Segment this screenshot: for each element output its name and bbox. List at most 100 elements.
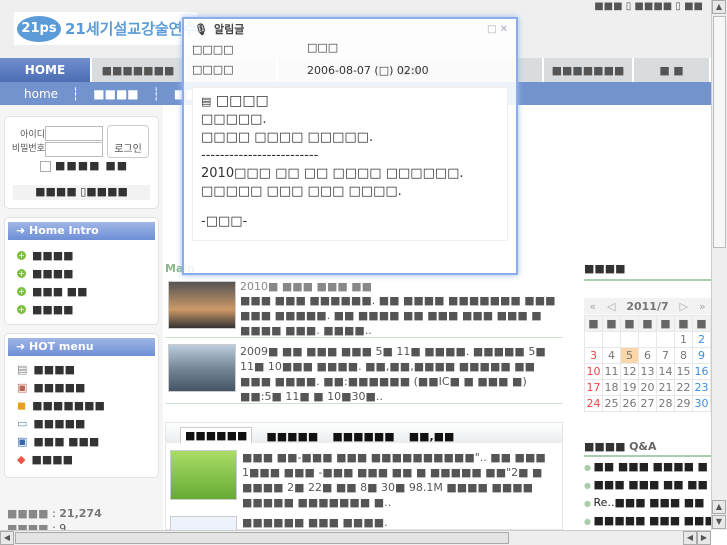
content-tab[interactable]: ■■■■■ — [266, 430, 318, 443]
hot-menu-header: ➜ HOT menu — [8, 338, 155, 356]
popup-titlebar[interactable]: 🎙 알림글 □ ✕ — [184, 19, 516, 39]
calendar-day[interactable]: 19 — [620, 379, 639, 396]
calendar-day[interactable]: 3 — [584, 347, 603, 364]
qa-item[interactable]: ● Re..■■■ ■■■ ■■ — [584, 494, 711, 512]
calendar-day[interactable]: 18 — [602, 379, 621, 396]
subnav-item[interactable]: ■■■■ — [93, 87, 138, 101]
qa-item[interactable]: ● ■■■ ■■■ ■■ ■■ — [584, 476, 711, 494]
hot-item[interactable]: ▭ ■■■■■ — [5, 414, 158, 432]
scroll-left-icon[interactable]: ◀ — [683, 531, 697, 545]
login-box: 아이디 비밀번호 로그인 ■■■■ ■■ ■■■■ ▯■■■■ — [4, 116, 159, 209]
calendar-day[interactable]: 17 — [584, 379, 603, 396]
content-tab[interactable]: ■■■■■■ — [180, 427, 253, 443]
calendar-day[interactable]: 2 — [692, 331, 711, 348]
intro-item[interactable]: + ■■■■ — [5, 300, 158, 318]
tab-item-text[interactable]: ■■■■■■ ■■■ ■■■■. — [242, 515, 388, 530]
calendar-day[interactable]: 10 — [584, 363, 603, 380]
remember-label: ■■■■ ■■ — [55, 159, 129, 172]
id-input[interactable] — [45, 126, 103, 141]
scroll-up-icon[interactable]: ▲ — [712, 500, 726, 514]
calendar-day[interactable]: 29 — [674, 395, 693, 412]
document-icon: ▤ — [201, 95, 212, 108]
hot-item[interactable]: ▤ ■■■■ — [5, 360, 158, 378]
vertical-scrollbar[interactable]: ▲ ▲ ▼ — [711, 0, 727, 530]
intro-item[interactable]: + ■■■ ■■ — [5, 282, 158, 300]
calendar-day[interactable]: 27 — [638, 395, 657, 412]
scroll-up-icon[interactable]: ▲ — [712, 0, 726, 14]
calendar-day[interactable]: 7 — [656, 347, 675, 364]
news-item[interactable]: 2010■ ■■■ ■■■ ■■ ■■■ ■■■ ■■■■■■. ■■ ■■■■… — [165, 278, 563, 338]
tab-item-text[interactable]: ■■■ ■■-■■■ ■■■ ■■■■■■■■■■".. ■■ ■■■ 1■■■… — [242, 450, 560, 510]
hot-item[interactable]: ▣ ■■■ ■■■ — [5, 432, 158, 450]
nav-tab[interactable]: ■■■■■■■ — [544, 58, 632, 82]
maximize-icon[interactable]: □ — [487, 24, 496, 35]
calendar-day[interactable]: 24 — [584, 395, 603, 412]
home-intro-box: ➜ Home Intro + ■■■■ + ■■■■ + ■■■ ■■ + ■■■■ — [4, 217, 159, 325]
logo[interactable]: 21ps 21세기설교강술연수 — [14, 12, 197, 45]
hot-item[interactable]: ▣ ■■■■■ — [5, 378, 158, 396]
news-item[interactable]: 2009■ ■■ ■■■ ■■■ 5■ 11■ ■■■■. ■■■■■ 5■ 1… — [165, 341, 563, 404]
content-tab[interactable]: ■■■■■■ — [332, 430, 394, 443]
top-link[interactable]: ■■■ — [594, 1, 622, 12]
horizontal-scrollbar[interactable]: ◀ ◀ ▶ — [0, 530, 711, 545]
calendar-day[interactable]: 16 — [692, 363, 711, 380]
calendar-day[interactable]: 13 — [638, 363, 657, 380]
calendar-day[interactable]: 14 — [656, 363, 675, 380]
prev-year-icon[interactable]: « — [589, 300, 596, 313]
scroll-right-icon[interactable]: ▶ — [697, 531, 711, 545]
popup-content: ▤ □□□□ □□□□□. □□□□ □□□□ □□□□□. -----------… — [192, 87, 508, 241]
calendar-day[interactable]: 8 — [674, 347, 693, 364]
join-link[interactable]: ■■■■ — [86, 185, 128, 198]
calendar-month: 2011/7 — [626, 299, 669, 313]
qa-header: ■■■■ Q&A — [584, 440, 714, 457]
calendar-day[interactable]: 25 — [602, 395, 621, 412]
scroll-thumb[interactable] — [15, 532, 509, 544]
hot-item[interactable]: ◼ ■■■■■■■ — [5, 396, 158, 414]
login-button[interactable]: 로그인 — [107, 125, 149, 158]
calendar-day[interactable]: 22 — [674, 379, 693, 396]
calendar-day[interactable]: 1 — [674, 331, 693, 348]
nav-tab[interactable]: ■ ■ — [634, 58, 709, 82]
scroll-thumb[interactable] — [713, 16, 726, 248]
scroll-left-icon[interactable]: ◀ — [0, 531, 14, 545]
calendar-day[interactable]: 28 — [656, 395, 675, 412]
prev-month-icon[interactable]: ◁ — [607, 300, 615, 313]
calendar-day[interactable]: 6 — [638, 347, 657, 364]
calendar-day[interactable]: 5 — [620, 347, 639, 364]
calendar-day[interactable]: 12 — [620, 363, 639, 380]
news-text: 2009■ ■■ ■■■ ■■■ 5■ 11■ ■■■■. ■■■■■ 5■ 1… — [240, 345, 546, 403]
close-icon[interactable]: ✕ — [500, 24, 508, 35]
subnav-home[interactable]: home — [24, 87, 58, 101]
find-id-link[interactable]: ■■■■ — [35, 185, 77, 198]
next-month-icon[interactable]: ▷ — [680, 300, 688, 313]
weekday-header: ■ — [602, 315, 621, 332]
password-input[interactable] — [45, 142, 103, 157]
calendar-day[interactable]: 30 — [692, 395, 711, 412]
calendar-day[interactable]: 9 — [692, 347, 711, 364]
newspaper-icon: ▤ — [17, 362, 28, 376]
scroll-down-icon[interactable]: ▼ — [712, 515, 726, 529]
intro-item[interactable]: + ■■■■ — [5, 246, 158, 264]
calendar-day[interactable]: 4 — [602, 347, 621, 364]
calendar-day[interactable]: 20 — [638, 379, 657, 396]
nav-tab[interactable]: ■■■■■■■ — [92, 58, 184, 82]
calendar-day[interactable]: 23 — [692, 379, 711, 396]
qa-item[interactable]: ● ■■■■■ ■■■ ■■■ — [584, 512, 711, 530]
calendar-day[interactable]: 21 — [656, 379, 675, 396]
content-tab[interactable]: ■■,■■ — [409, 430, 455, 443]
top-link[interactable]: ■■ — [684, 1, 703, 12]
qa-item[interactable]: ● ■■ ■■■ ■■■■ ■ — [584, 458, 711, 476]
hot-item[interactable]: ◆ ■■■■ — [5, 450, 158, 468]
calendar-day[interactable]: 11 — [602, 363, 621, 380]
calendar-day[interactable]: 26 — [620, 395, 639, 412]
remember-checkbox[interactable] — [40, 161, 51, 172]
weekday-header: ■ — [674, 315, 693, 332]
intro-item[interactable]: + ■■■■ — [5, 264, 158, 282]
calendar-day[interactable]: 15 — [674, 363, 693, 380]
plus-icon: + — [17, 286, 26, 296]
item-thumbnail — [170, 516, 237, 531]
top-link[interactable]: ■■■■ — [634, 1, 672, 12]
next-year-icon[interactable]: » — [699, 300, 706, 313]
lips-icon: ◆ — [17, 452, 26, 466]
tab-home[interactable]: HOME — [0, 58, 90, 82]
